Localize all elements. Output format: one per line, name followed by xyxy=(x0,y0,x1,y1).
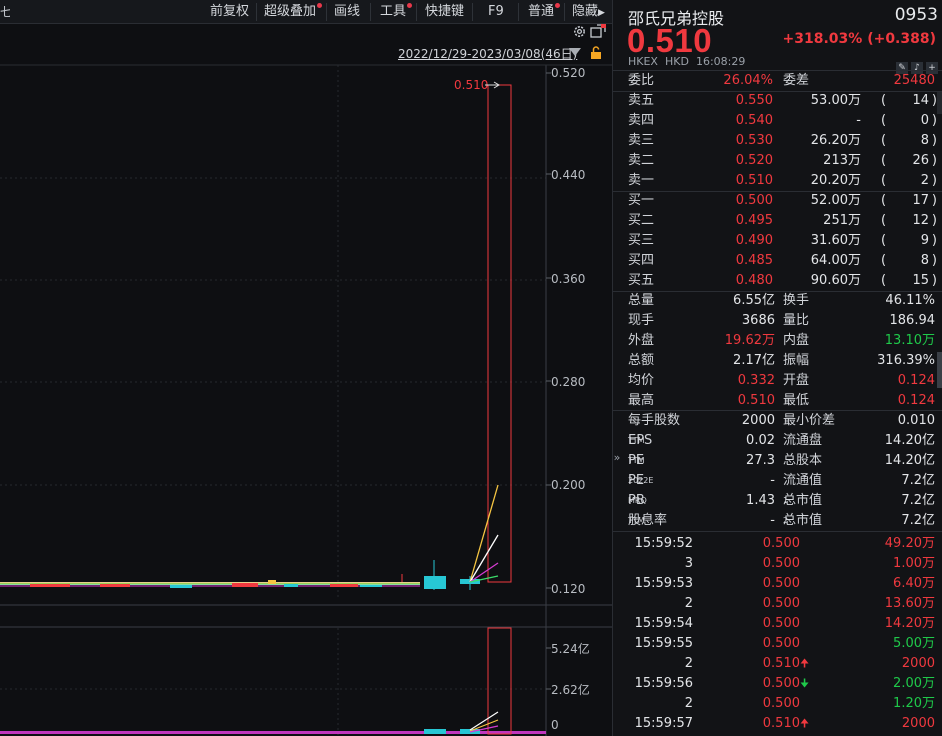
ask-row[interactable]: 卖三 0.530 26.20万(8) xyxy=(613,131,942,151)
arrow-down-icon: 🠋 xyxy=(800,677,810,690)
bid-row[interactable]: 买二 0.495 251万(12) xyxy=(613,211,942,231)
stat-row: 外盘 19.62万 内盘 13.10万 xyxy=(628,333,935,348)
tick-row: 15:59:52 0.500 49.20万 xyxy=(634,536,935,551)
tick-row: 15:59:57 0.510 🠉 2000 xyxy=(613,714,942,734)
chart-toolbar: 七 前复权 超级叠加 画线 工具 快捷键 F9 普通 隐藏▶ xyxy=(0,0,612,24)
tick-row: 2 0.500 13.60万 xyxy=(684,596,935,611)
fundamental-row: EPS TTM 0.02 流通盘 14.20亿 xyxy=(628,433,935,448)
fundamental-row: PE 2022E - 流通值 7.2亿 xyxy=(628,473,935,488)
collapse-panel-button[interactable]: » xyxy=(612,444,622,472)
f9-button[interactable]: F9 xyxy=(488,0,504,24)
tick-row: 15:59:54 0.500 14.20万 xyxy=(634,616,935,631)
price-axis-label: 0.200 xyxy=(551,478,585,492)
overlay-button[interactable]: 超级叠加 xyxy=(264,0,323,24)
price-axis-label: 0.120 xyxy=(551,582,585,596)
ask-row[interactable]: 卖五 0.550 53.00万(14) xyxy=(613,91,942,111)
stat-row: 总量 6.55亿 换手 46.11% xyxy=(628,293,935,308)
date-range[interactable]: 2022/12/29-2023/03/08(46日) xyxy=(398,45,577,62)
fundamental-row: 股息率 TTM - 总市值 2 7.2亿 xyxy=(628,513,935,528)
date-range-row: 2022/12/29-2023/03/08(46日) xyxy=(0,42,612,64)
fuquan-button[interactable]: 前复权 xyxy=(210,0,249,24)
quote-panel: 邵氏兄弟控股 0953 0.510 +318.03% (+0.388) HKEX… xyxy=(612,0,942,736)
exchange-info: HKEX HKD 16:08:29 xyxy=(628,55,746,68)
fundamental-row: PE TTM 27.3 总股本 14.20亿 xyxy=(628,453,935,468)
tick-row: 15:59:55 0.500 5.00万 xyxy=(634,636,935,651)
bid-row[interactable]: 买一 0.500 52.00万(17) xyxy=(613,191,942,211)
volume-axis-label: 0 xyxy=(551,718,559,732)
shortcut-button[interactable]: 快捷键 xyxy=(425,0,464,24)
price-chart[interactable]: 0.520 0.440 0.360 0.280 0.200 0.120 5.24亿 2.62… xyxy=(0,0,612,736)
ask-row[interactable]: 卖一 0.510 20.20万(2) xyxy=(613,171,942,191)
left-crumb: 七 xyxy=(0,5,10,19)
chevron-down-icon[interactable] xyxy=(569,48,581,56)
arrow-up-icon: 🠉 xyxy=(800,657,810,670)
tick-row: 15:59:53 0.500 6.40万 xyxy=(634,576,935,591)
tools-button[interactable]: 工具 xyxy=(380,0,413,24)
stock-code: 0953 xyxy=(894,5,938,25)
fundamental-row: PB MRQ 1.43 总市值 1 7.2亿 xyxy=(628,493,935,508)
stat-row: 均价 0.332 开盘 0.124 xyxy=(628,373,935,388)
ask-row[interactable]: 卖四 0.540-(0) xyxy=(613,111,942,131)
arrow-up-icon: 🠉 xyxy=(800,717,810,730)
scrollbar-track[interactable] xyxy=(937,92,942,114)
lock-icon[interactable] xyxy=(590,46,602,59)
volume-axis-label: 2.62亿 xyxy=(551,682,590,697)
notification-dot-icon xyxy=(407,3,413,8)
wei-bi-row: 委比 26.04% 委差 25480 xyxy=(628,73,935,88)
quote-actions: ✎ ♪ + xyxy=(893,55,938,74)
stat-row: 最高 0.510 最低 0.124 xyxy=(628,393,935,408)
stat-row: 总额 2.17亿 振幅 316.39% xyxy=(628,353,935,368)
fundamental-row: 每手股数 2000 最小价差 0.010 xyxy=(628,413,935,428)
scrollbar-thumb[interactable] xyxy=(937,352,942,388)
ask-row[interactable]: 卖二 0.520 213万(26) xyxy=(613,151,942,171)
volume-axis-label: 5.24亿 xyxy=(551,641,590,656)
tick-row: 3 0.500 1.00万 xyxy=(684,556,935,571)
price-axis-label: 0.360 xyxy=(551,272,585,286)
popout-icon[interactable] xyxy=(590,24,606,39)
price-axis-label: 0.440 xyxy=(551,168,585,182)
gear-icon[interactable] xyxy=(572,24,587,39)
stat-row: 现手 3686 量比 186.94 xyxy=(628,313,935,328)
bid-row[interactable]: 买四 0.485 64.00万(8) xyxy=(613,251,942,271)
tick-row: 2 0.500 1.20万 xyxy=(684,696,935,711)
price-change: +318.03% (+0.388) xyxy=(782,31,936,47)
last-price-label: 0.510 xyxy=(454,78,488,92)
normal-mode-button[interactable]: 普通 xyxy=(528,0,561,24)
bid-row[interactable]: 买三 0.490 31.60万(9) xyxy=(613,231,942,251)
tick-row: 15:59:56 0.500 🠋 2.00万 xyxy=(613,674,942,694)
notification-dot-icon xyxy=(555,3,561,8)
draw-line-button[interactable]: 画线 xyxy=(334,0,360,24)
hide-button[interactable]: 隐藏▶ xyxy=(572,0,605,24)
notification-dot-icon xyxy=(317,3,323,8)
tick-row: 2 0.510 🠉 2000 xyxy=(613,654,942,674)
bid-row[interactable]: 买五 0.480 90.60万(15) xyxy=(613,271,942,291)
price-axis-label: 0.520 xyxy=(551,66,585,80)
price-axis-label: 0.280 xyxy=(551,375,585,389)
